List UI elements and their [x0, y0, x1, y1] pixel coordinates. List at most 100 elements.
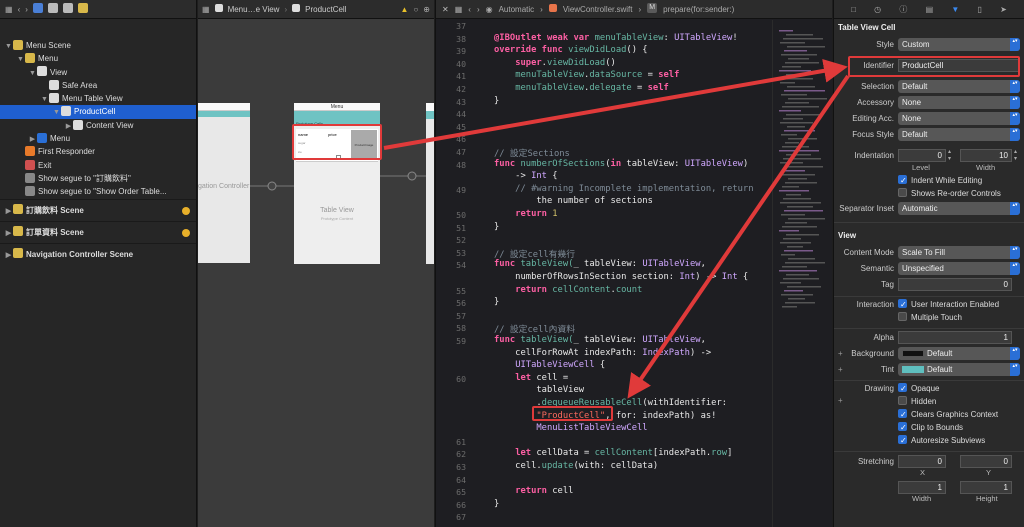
background-popup[interactable]: Default	[898, 347, 1020, 360]
file-inspector-icon[interactable]: □	[851, 5, 856, 14]
warning-badge[interactable]	[182, 228, 190, 237]
code-line[interactable]: numberOfRowsInSection section: Int) -> I…	[494, 272, 748, 282]
code-line[interactable]: // 設定cell內資料	[494, 322, 575, 335]
code-line[interactable]: let cell =	[494, 373, 568, 383]
focus-style-popup[interactable]: Default	[898, 128, 1020, 141]
code-line[interactable]: cellForRowAt indexPath: IndexPath) ->	[494, 348, 711, 358]
disclosure-icon[interactable]: ▶	[64, 120, 73, 132]
storyboard-canvas[interactable]: gation Controller Menu Prototype Cells n…	[198, 0, 434, 527]
history-icon[interactable]: ◷	[874, 5, 881, 14]
outline-item[interactable]: ▼ Menu Table View	[0, 92, 196, 105]
code-line[interactable]: // #warning Incomplete implementation, r…	[494, 184, 753, 194]
stepper-icon[interactable]: ▴ ▾	[948, 149, 951, 163]
add-icon[interactable]: ⊕	[423, 5, 434, 14]
code-line[interactable]: func tableView(_ tableView: UITableView,	[494, 335, 706, 345]
code-line[interactable]: MenuListTableViewCell	[494, 423, 647, 433]
code-line[interactable]: the number of sections	[494, 196, 653, 206]
disclosure-icon[interactable]: ▼	[52, 106, 61, 118]
connections-icon[interactable]: ➤	[1000, 5, 1007, 14]
disclosure-icon[interactable]: ▶	[28, 133, 37, 145]
code-line[interactable]: menuTableView.dataSource = self	[494, 70, 679, 80]
outline-item[interactable]: Safe Area	[0, 79, 196, 92]
add-icon[interactable]: +	[838, 396, 843, 405]
code-line[interactable]: }	[494, 499, 499, 509]
size-icon[interactable]: ▯	[978, 5, 982, 14]
link-icon[interactable]: ○	[413, 5, 418, 14]
forward-icon[interactable]: ›	[25, 5, 28, 14]
breadcrumb-file[interactable]: ViewController.swift	[563, 5, 633, 14]
code-line[interactable]: // 設定cell有幾行	[494, 247, 575, 260]
code-line[interactable]: }	[494, 96, 499, 106]
outline-item[interactable]: ▶ Content View	[0, 119, 196, 132]
outline-item[interactable]: ▼ Menu Scene	[0, 39, 196, 52]
file-icon[interactable]	[32, 3, 43, 13]
hidden-checkbox[interactable]: Hidden	[898, 395, 936, 408]
outline-item[interactable]: ▼ View	[0, 66, 196, 79]
disclosure-icon[interactable]: ▼	[16, 53, 25, 65]
editing-acc-popup[interactable]: None	[898, 112, 1020, 125]
style-popup[interactable]: Custom	[898, 38, 1020, 51]
stepper-icon[interactable]: ▴ ▾	[1014, 149, 1017, 163]
outline-item[interactable]: Exit	[0, 159, 196, 172]
outline-item[interactable]: Show segue to "訂購飲料"	[0, 172, 196, 185]
warning-icon[interactable]: ▲	[401, 5, 409, 14]
folder-icon[interactable]	[47, 3, 58, 13]
disclosure-icon[interactable]: ▼	[40, 93, 49, 105]
selection-popup[interactable]: Default	[898, 80, 1020, 93]
back-icon[interactable]: ‹	[468, 5, 471, 14]
autoresize-checkbox[interactable]: Autoresize Subviews	[898, 434, 985, 447]
code-line[interactable]: func tableView(_ tableView: UITableView,	[494, 259, 706, 269]
disclosure-icon[interactable]: ▼	[4, 40, 13, 52]
reorder-checkbox[interactable]: Shows Re-order Controls	[898, 187, 1001, 200]
navigation-controller-scene[interactable]: gation Controller	[198, 103, 250, 263]
scene-row[interactable]: ▶ 訂購飲料 Scene	[0, 198, 196, 221]
breadcrumb-automatic[interactable]: Automatic	[499, 5, 535, 14]
scene-row[interactable]: ▶ 訂單資料 Scene	[0, 220, 196, 245]
indent-while-editing-checkbox[interactable]: Indent While Editing	[898, 174, 982, 187]
code-line[interactable]: let cellData = cellContent[indexPath.row…	[494, 448, 732, 458]
alpha-field[interactable]: 1	[898, 331, 1012, 344]
minimap[interactable]	[772, 20, 830, 527]
code-line[interactable]: override func viewDidLoad() {	[494, 45, 648, 55]
stretch-h-field[interactable]: 1	[960, 481, 1012, 494]
disclosure-icon[interactable]: ▼	[28, 67, 37, 79]
outline-item[interactable]: First Responder	[0, 145, 196, 158]
close-icon[interactable]: ✕	[442, 5, 449, 14]
code-line[interactable]: return cell	[494, 486, 573, 496]
code-line[interactable]: return cellContent.count	[494, 285, 642, 295]
code-line[interactable]: }	[494, 297, 499, 307]
code-line[interactable]: // 設定Sections	[494, 146, 570, 159]
stretch-x-field[interactable]: 0	[898, 455, 946, 468]
code-line[interactable]: UITableViewCell {	[494, 360, 605, 370]
grid-icon[interactable]: ▦	[202, 5, 210, 14]
assistant-icon[interactable]: ◉	[486, 5, 493, 14]
code-line[interactable]: func numberOfSections(in tableView: UITa…	[494, 159, 748, 169]
code-line[interactable]: cell.update(with: cellData)	[494, 461, 658, 471]
content-mode-popup[interactable]: Scale To Fill	[898, 246, 1020, 259]
jump-item-0[interactable]: Menu…e View	[228, 5, 280, 14]
stretch-w-field[interactable]: 1	[898, 481, 946, 494]
back-icon[interactable]: ‹	[18, 5, 21, 14]
identity-icon[interactable]: ▤	[926, 5, 934, 14]
disclosure-icon[interactable]: ▶	[4, 223, 13, 245]
breadcrumb-method[interactable]: prepare(for:sender:)	[663, 5, 734, 14]
separator-inset-popup[interactable]: Automatic	[898, 202, 1020, 215]
code-line[interactable]: menuTableView.delegate = self	[494, 83, 669, 93]
clip-to-bounds-checkbox[interactable]: Clip to Bounds	[898, 421, 963, 434]
tint-popup[interactable]: Default	[898, 363, 1020, 376]
help-icon[interactable]: ⓘ	[899, 4, 907, 15]
attributes-icon[interactable]: ▼	[951, 5, 959, 14]
folder-icon[interactable]	[62, 3, 73, 13]
outline-item[interactable]: Show segue to "Show Order Table...	[0, 185, 196, 198]
jump-item-1[interactable]: ProductCell	[305, 5, 346, 14]
clears-graphics-checkbox[interactable]: Clears Graphics Context	[898, 408, 998, 421]
next-scene[interactable]	[426, 103, 434, 264]
forward-icon[interactable]: ›	[477, 5, 480, 14]
outline-item[interactable]: ▼ ProductCell	[0, 105, 196, 119]
code-line[interactable]: -> Int {	[494, 171, 557, 181]
multiple-touch-checkbox[interactable]: Multiple Touch	[898, 311, 962, 324]
user-interaction-checkbox[interactable]: User Interaction Enabled	[898, 298, 999, 311]
grid-icon[interactable]: ▦	[455, 5, 463, 14]
scene-row[interactable]: ▶ Navigation Controller Scene	[0, 242, 196, 265]
outline-item[interactable]: ▶ Menu	[0, 132, 196, 145]
